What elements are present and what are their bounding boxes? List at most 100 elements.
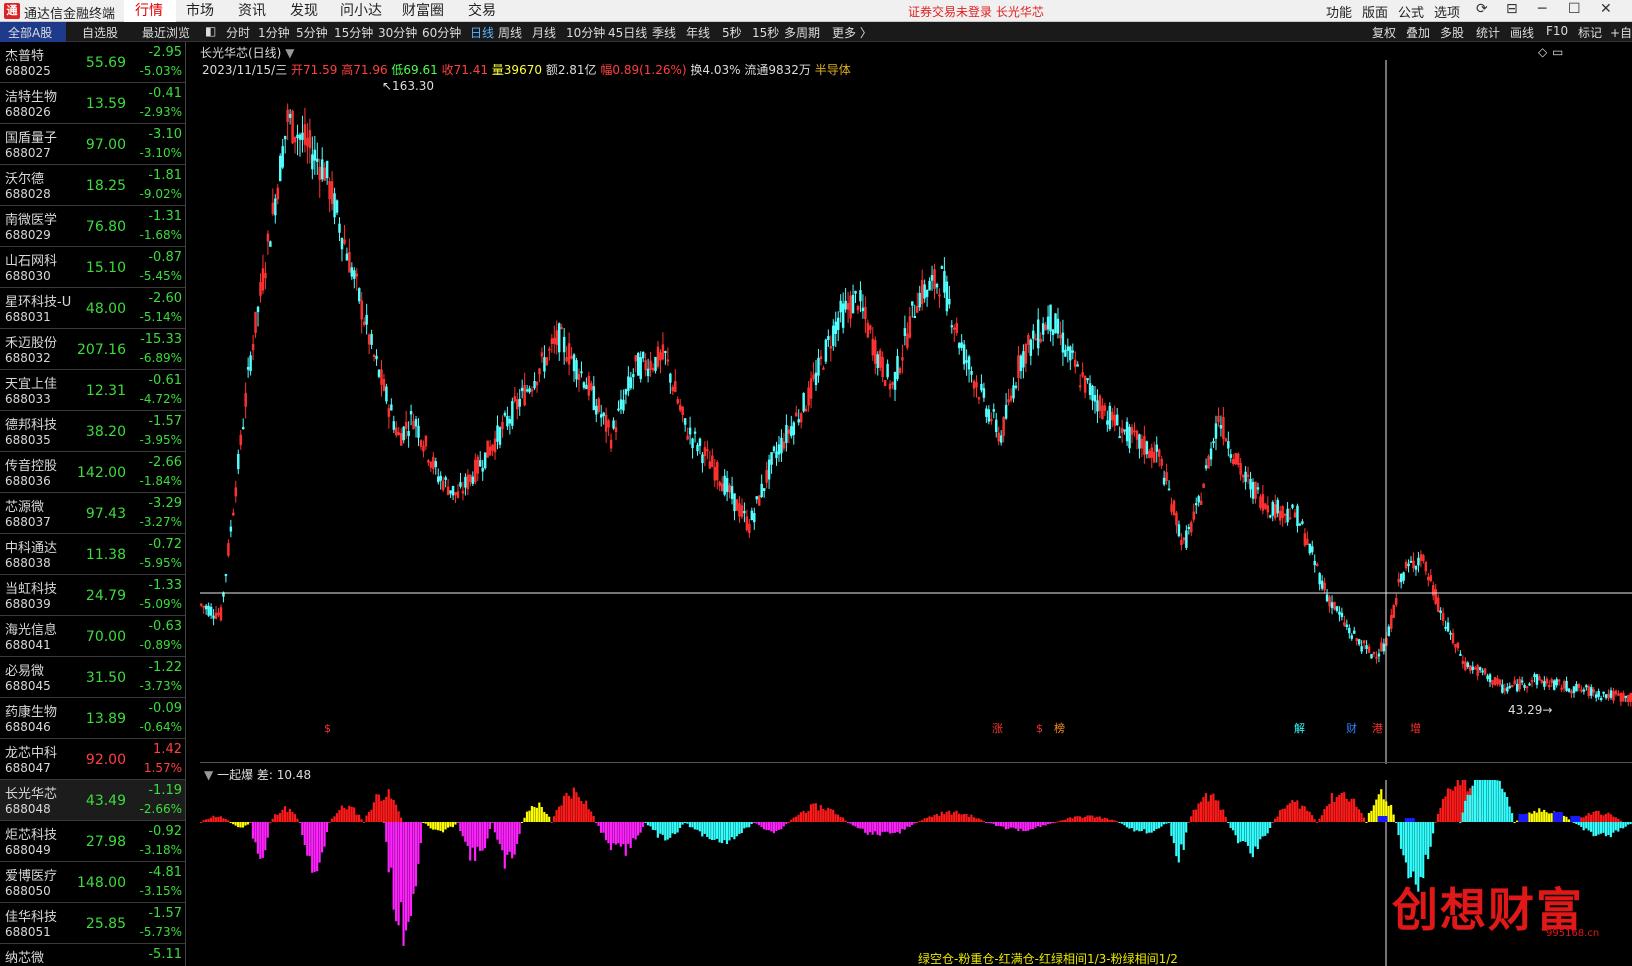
indicator-bar [422,822,425,823]
stock-row[interactable]: 芯源微 688037 97.43 -3.29 -3.27% [0,493,185,534]
candle-body [1439,610,1442,614]
menu-discover[interactable]: 发现 [290,2,318,20]
stock-row[interactable]: 德邦科技 688035 38.20 -1.57 -3.95% [0,411,185,452]
minimize-icon[interactable]: ─ [1538,1,1546,17]
period-tab-10[interactable]: 45日线 [608,24,647,41]
stock-row[interactable]: 沃尔德 688028 18.25 -1.81 -9.02% [0,165,185,206]
indicator-bar [1130,822,1133,829]
indicator-bar [930,817,933,822]
tab-all-a-shares[interactable]: 全部A股 [8,24,52,41]
panel-divider [200,762,1632,763]
menu-trade[interactable]: 交易 [468,2,496,20]
stock-row[interactable]: 爱博医疗 688050 148.00 -4.81 -3.15% [0,862,185,903]
panel-toggle-icon[interactable]: ◧ [205,24,216,38]
menu-news[interactable]: 资讯 [238,2,266,20]
stock-row[interactable]: 星环科技-U 688031 48.00 -2.60 -5.14% [0,288,185,329]
close-icon[interactable]: ✕ [1600,1,1612,17]
indicator-bar [1570,816,1581,822]
stock-row[interactable]: 天宜上佳 688033 12.31 -0.61 -4.72% [0,370,185,411]
tab-watchlist[interactable]: 自选股 [82,24,118,41]
menu-layout[interactable]: 版面 [1362,2,1388,21]
period-tab-7[interactable]: 周线 [498,24,522,41]
menu-ask[interactable]: 问小达 [340,2,382,20]
menu-function[interactable]: 功能 [1326,2,1352,21]
stock-row[interactable]: 药康生物 688046 13.89 -0.09 -0.64% [0,698,185,739]
menu-market[interactable]: 市场 [186,2,214,20]
candle-body [1108,405,1112,429]
stock-row[interactable]: 当虹科技 688039 24.79 -1.33 -5.09% [0,575,185,616]
period-tab-11[interactable]: 季线 [652,24,676,41]
tool-0[interactable]: 复权 [1372,24,1396,41]
indicator-bar [350,806,353,822]
stock-row[interactable]: 杰普特 688025 55.69 -2.95 -5.03% [0,42,185,83]
period-tab-0[interactable]: 分时 [226,24,250,41]
menu-wealth-circle[interactable]: 财富圈 [402,2,444,20]
stock-row[interactable]: 纳芯微688052-5.11 [0,944,185,966]
tool-6[interactable]: 标记 [1578,24,1602,41]
stock-row[interactable]: 佳华科技 688051 25.85 -1.57 -5.73% [0,903,185,944]
stock-price: 25.85 [85,916,126,932]
period-tab-4[interactable]: 30分钟 [378,24,417,41]
candle-body [1387,626,1391,637]
indicator-bar [508,822,511,852]
indicator-bar [762,822,766,830]
period-tab-9[interactable]: 10分钟 [566,24,605,41]
stock-row[interactable]: 南微医学 688029 76.80 -1.31 -1.68% [0,206,185,247]
period-tab-16[interactable]: 更多 〉 [832,24,872,41]
stock-row[interactable]: 山石网科 688030 15.10 -0.87 -5.45% [0,247,185,288]
stock-row[interactable]: 海光信息 688041 70.00 -0.63 -0.89% [0,616,185,657]
tool-3[interactable]: 统计 [1476,24,1500,41]
period-tab-2[interactable]: 5分钟 [296,24,328,41]
refresh-icon[interactable]: ⟳ [1476,1,1488,17]
indicator-bar [999,822,1003,827]
tab-recent[interactable]: 最近浏览 [142,24,190,41]
candle-body [1041,323,1045,335]
indicator-bar [1607,812,1610,822]
candle-body [987,409,991,422]
period-tab-8[interactable]: 月线 [532,24,556,41]
stock-row[interactable]: 长光华芯 688048 43.49 -1.19 -2.66% [0,780,185,821]
candlestick-chart[interactable]: ↖163.30 43.29→ $ 涨 $ 榜 解 财 港 增 ◇ ▭ [200,44,1632,764]
tool-1[interactable]: 叠加 [1406,24,1430,41]
candle-body [1572,686,1576,693]
indicator-bar [701,822,704,837]
stock-price: 13.89 [85,711,126,727]
indicator-bar [377,794,380,822]
indicator-bar [1069,817,1072,822]
period-tab-1[interactable]: 1分钟 [258,24,290,41]
indicator-bar [869,822,872,833]
stock-row[interactable]: 禾迈股份 688032 207.16 -15.33 -6.89% [0,329,185,370]
indicator-bar [641,822,645,827]
tool-5[interactable]: F10 [1546,24,1568,38]
stock-row[interactable]: 洁特生物 688026 13.59 -0.41 -2.93% [0,83,185,124]
candle-body [444,477,447,481]
login-status[interactable]: 证券交易未登录 长光华芯 [908,3,1044,20]
layout-icon[interactable]: ⊟ [1506,1,1518,17]
stock-row[interactable]: 传音控股 688036 142.00 -2.66 -1.84% [0,452,185,493]
stock-change: -2.66 [148,455,182,470]
tool-7[interactable]: +自 [1610,24,1632,41]
candle-body [1585,685,1588,688]
menu-options[interactable]: 选项 [1434,2,1460,21]
period-tab-12[interactable]: 年线 [686,24,710,41]
stock-row[interactable]: 必易微 688045 31.50 -1.22 -3.73% [0,657,185,698]
period-tab-15[interactable]: 多周期 [784,24,820,41]
tool-2[interactable]: 多股 [1440,24,1464,41]
candle-body [296,134,299,139]
indicator-bar [207,818,210,822]
maximize-icon[interactable]: ☐ [1568,1,1581,17]
period-tab-5[interactable]: 60分钟 [422,24,461,41]
stock-row[interactable]: 中科通达 688038 11.38 -0.72 -5.95% [0,534,185,575]
stock-row[interactable]: 龙芯中科 688047 92.00 1.42 1.57% [0,739,185,780]
period-tab-14[interactable]: 15秒 [752,24,779,41]
stock-row[interactable]: 炬芯科技 688049 27.98 -0.92 -3.18% [0,821,185,862]
tool-4[interactable]: 画线 [1510,24,1534,41]
period-tab-13[interactable]: 5秒 [722,24,742,41]
candle-body [1311,546,1314,553]
stock-row[interactable]: 国盾量子 688027 97.00 -3.10 -3.10% [0,124,185,165]
candle-body [743,510,746,514]
menu-formula[interactable]: 公式 [1398,2,1424,21]
period-tab-3[interactable]: 15分钟 [334,24,373,41]
menu-quotes[interactable]: 行情 [135,2,163,20]
period-tab-6[interactable]: 日线 [470,24,494,41]
